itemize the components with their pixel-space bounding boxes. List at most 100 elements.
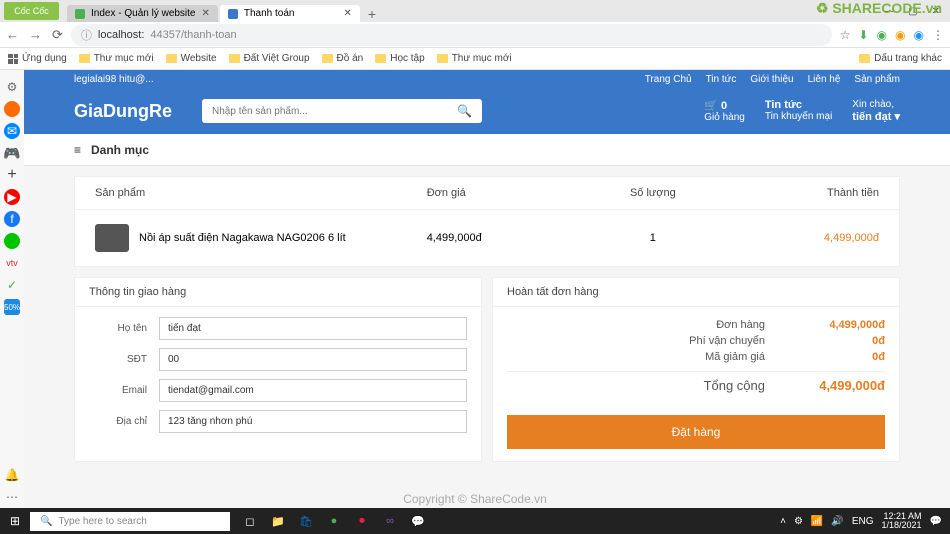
- cart-label: Giỏ hàng: [704, 112, 745, 123]
- address-input[interactable]: [159, 410, 467, 433]
- total-label: Tổng cộng: [704, 378, 765, 393]
- name-input[interactable]: [159, 317, 467, 340]
- taskbar-icon[interactable]: ◻: [240, 512, 260, 530]
- forward-button[interactable]: →: [29, 27, 42, 43]
- extensions: ☆ ⬇ ◉ ◉ ◉ ⋮: [840, 28, 944, 42]
- tab-favicon: [228, 9, 238, 19]
- summary-value: 0đ: [795, 335, 885, 347]
- explorer-icon[interactable]: 📁: [268, 512, 288, 530]
- news-widget[interactable]: Tin tức Tin khuyến mại: [765, 99, 832, 123]
- brand-logo[interactable]: GiaDungRe: [74, 101, 172, 122]
- star-icon[interactable]: ☆: [840, 28, 851, 42]
- apps-button[interactable]: Ứng dụng: [8, 53, 67, 64]
- bookmark-item[interactable]: Học tập: [375, 53, 424, 64]
- taskbar-search[interactable]: 🔍 Type here to search: [30, 512, 230, 531]
- facebook-icon[interactable]: f: [4, 211, 20, 227]
- store-icon[interactable]: 🛍: [296, 512, 316, 530]
- nav-link[interactable]: Liên hệ: [808, 74, 841, 85]
- search-icon[interactable]: 🔍: [457, 104, 472, 118]
- nav-link[interactable]: Giới thiệu: [750, 74, 793, 85]
- clock[interactable]: 12:21 AM 1/18/2021: [882, 512, 922, 530]
- ext-icon[interactable]: ◉: [914, 28, 924, 42]
- date: 1/18/2021: [882, 521, 922, 530]
- close-icon[interactable]: ✕: [202, 8, 210, 19]
- search-box[interactable]: 🔍: [202, 99, 482, 123]
- summary-value: 0đ: [795, 351, 885, 363]
- browser-logo: Cốc Cốc: [4, 2, 59, 20]
- news-sub: Tin khuyến mại: [765, 111, 832, 122]
- sidebar-icon[interactable]: [4, 233, 20, 249]
- name-label: Họ tên: [89, 323, 159, 334]
- search-input[interactable]: [212, 106, 457, 117]
- record-icon[interactable]: ⏺: [352, 512, 372, 530]
- tray-icon[interactable]: ⚙: [794, 516, 803, 527]
- start-button[interactable]: ⊞: [0, 514, 30, 528]
- nav-link[interactable]: Sản phẩm: [854, 74, 900, 85]
- game-icon[interactable]: 🎮: [4, 145, 20, 161]
- bookmarks-bar: Ứng dụng Thư mục mới Website Đất Việt Gr…: [0, 48, 950, 70]
- tray-chevron[interactable]: ˄: [780, 516, 786, 527]
- zalo-icon[interactable]: 💬: [408, 512, 428, 530]
- browser-tab[interactable]: Index - Quản lý website ✕: [67, 5, 218, 22]
- page-body: Sản phẩm Đơn giá Số lượng Thành tiền Nồi…: [24, 166, 950, 508]
- product-name: Nồi áp suất điện Nagakawa NAG0206 6 lít: [139, 232, 346, 244]
- messenger-icon[interactable]: ✉: [4, 123, 20, 139]
- address-label: Địa chỉ: [89, 416, 159, 427]
- category-bar[interactable]: ≡ Danh mục: [24, 134, 950, 166]
- watermark-center: Copyright © ShareCode.vn: [403, 492, 547, 506]
- sidebar-icon[interactable]: vtv: [4, 255, 20, 271]
- nav-link[interactable]: Trang Chủ: [645, 74, 692, 85]
- settings-icon[interactable]: ⚙: [4, 79, 20, 95]
- cart-widget[interactable]: 🛒 0 Giỏ hàng: [704, 99, 745, 123]
- plus-icon[interactable]: +: [4, 167, 20, 183]
- other-bookmarks[interactable]: Dấu trang khác: [859, 53, 942, 64]
- sidebar-icon[interactable]: ✓: [4, 277, 20, 293]
- volume-icon[interactable]: 🔊: [831, 516, 843, 527]
- email-input[interactable]: [159, 379, 467, 402]
- wifi-icon[interactable]: 📶: [811, 516, 823, 527]
- notifications-icon[interactable]: 💬: [930, 516, 942, 527]
- user-widget[interactable]: Xin chào, tiến đạt ▾: [852, 99, 900, 123]
- ext-icon[interactable]: ⬇: [858, 28, 868, 42]
- bookmark-item[interactable]: Đồ án: [322, 53, 364, 64]
- more-icon[interactable]: ⋯: [4, 489, 20, 505]
- bookmark-item[interactable]: Thư mục mới: [437, 53, 512, 64]
- lang-indicator[interactable]: ENG: [852, 516, 874, 527]
- nav-link[interactable]: Tin tức: [706, 74, 737, 85]
- tab-title: Thanh toán: [244, 8, 295, 19]
- bookmark-item[interactable]: Thư mục mới: [79, 53, 154, 64]
- menu-icon[interactable]: ⋮: [932, 28, 944, 42]
- email-label: Email: [89, 385, 159, 396]
- url-path: 44357/thanh-toan: [150, 29, 236, 41]
- youtube-icon[interactable]: ▶: [4, 189, 20, 205]
- phone-input[interactable]: [159, 348, 467, 371]
- ext-icon[interactable]: ◉: [895, 28, 905, 42]
- vs-icon[interactable]: ∞: [380, 512, 400, 530]
- bell-icon[interactable]: 🔔: [4, 467, 20, 483]
- bookmark-item[interactable]: Đất Việt Group: [229, 53, 310, 64]
- browser-tab[interactable]: Thanh toán ✕: [220, 5, 360, 22]
- bookmark-item[interactable]: Website: [166, 53, 217, 64]
- sidebar-icon[interactable]: 50%: [4, 299, 20, 315]
- page-content: legialai98 hitu@... Trang Chủ Tin tức Gi…: [24, 70, 950, 508]
- browser-titlebar: Cốc Cốc Index - Quản lý website ✕ Thanh …: [0, 0, 950, 22]
- sidebar-icon[interactable]: [4, 101, 20, 117]
- url-input[interactable]: ⓘ localhost:44357/thanh-toan: [71, 24, 832, 46]
- user-email: legialai98 hitu@...: [74, 74, 154, 85]
- col-header: Đơn giá: [427, 187, 578, 199]
- windows-taskbar: ⊞ 🔍 Type here to search ◻ 📁 🛍 ● ⏺ ∞ 💬 ˄ …: [0, 508, 950, 534]
- product-total: 4,499,000đ: [728, 232, 879, 244]
- search-icon: 🔍: [40, 516, 52, 527]
- watermark-top: ♻ SHARECODE.vn: [816, 0, 942, 17]
- summary-label: Mã giảm giá: [705, 351, 765, 363]
- coccoc-icon[interactable]: ●: [324, 512, 344, 530]
- new-tab-button[interactable]: +: [362, 6, 382, 22]
- ext-icon[interactable]: ◉: [877, 28, 887, 42]
- product-price: 4,499,000đ: [427, 232, 578, 244]
- reload-button[interactable]: ⟳: [52, 27, 63, 43]
- back-button[interactable]: ←: [6, 27, 19, 43]
- place-order-button[interactable]: Đặt hàng: [507, 415, 885, 449]
- col-header: Thành tiền: [728, 187, 879, 199]
- close-icon[interactable]: ✕: [344, 8, 352, 19]
- cart-icon: 🛒: [704, 100, 718, 112]
